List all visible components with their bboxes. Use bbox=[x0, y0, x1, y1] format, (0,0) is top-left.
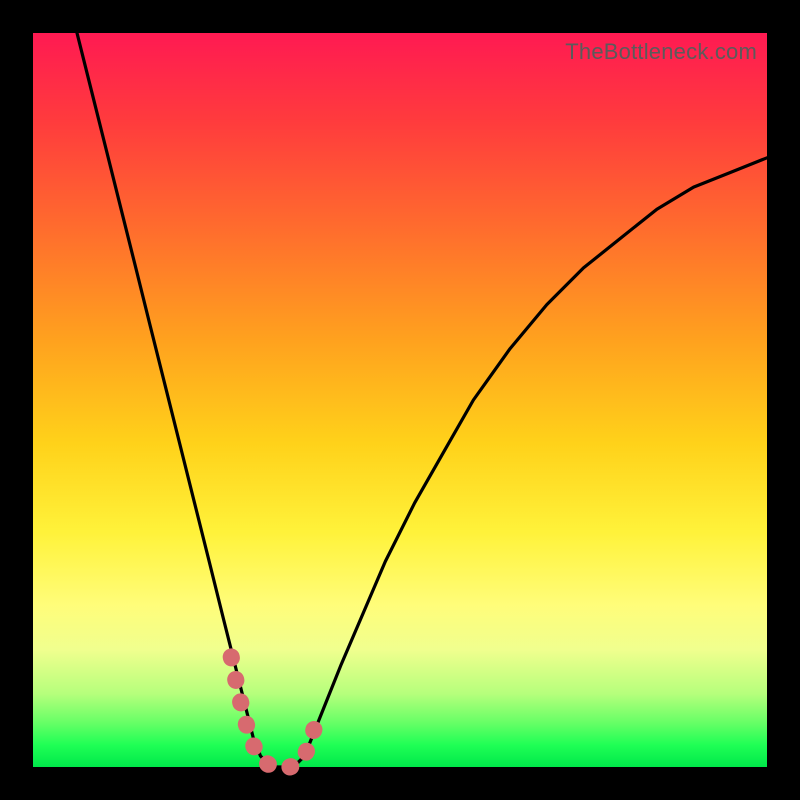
chart-stage: TheBottleneck.com bbox=[0, 0, 800, 800]
bottleneck-curve bbox=[77, 33, 767, 767]
curve-layer bbox=[33, 33, 767, 767]
curve-bottom-highlight bbox=[231, 657, 319, 767]
plot-area: TheBottleneck.com bbox=[33, 33, 767, 767]
